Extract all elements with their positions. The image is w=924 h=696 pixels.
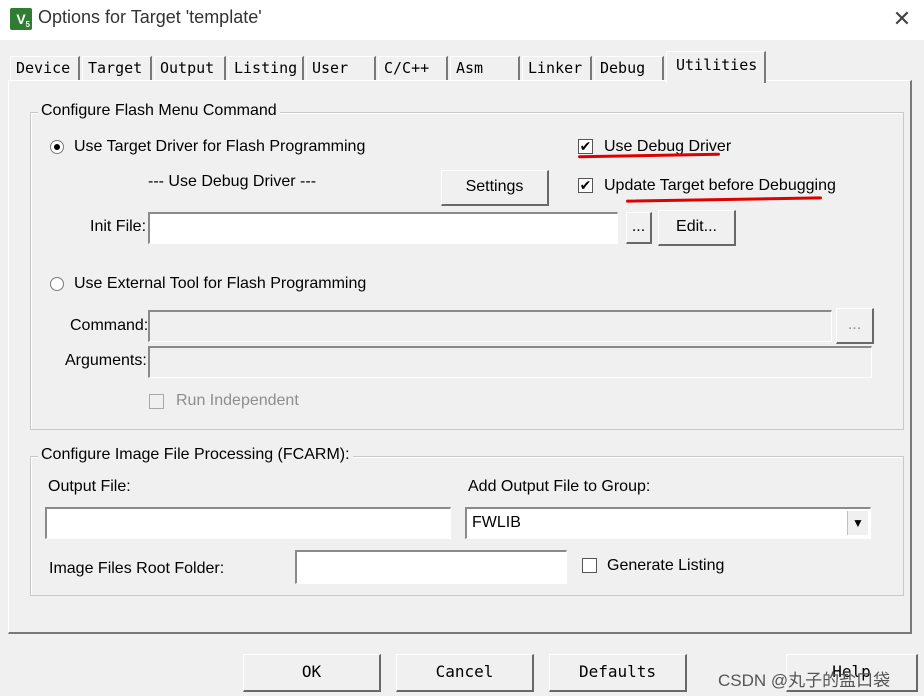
flash-driver-select[interactable]: --- Use Debug Driver --- <box>148 173 316 191</box>
settings-button[interactable]: Settings <box>441 170 549 206</box>
image-root-folder-input[interactable] <box>295 550 567 584</box>
add-output-to-group-label: Add Output File to Group: <box>468 478 651 495</box>
tab-listing[interactable]: Listing <box>228 56 304 80</box>
command-label: Command: <box>70 317 149 334</box>
flash-menu-group-legend: Configure Flash Menu Command <box>38 102 280 120</box>
tab-c-cpp[interactable]: C/C++ <box>378 56 448 80</box>
generate-listing-checkbox[interactable] <box>582 558 597 573</box>
tab-output[interactable]: Output <box>154 56 226 80</box>
ok-button[interactable]: OK <box>243 654 381 692</box>
tab-linker[interactable]: Linker <box>522 56 592 80</box>
tab-asm[interactable]: Asm <box>450 56 520 80</box>
cancel-button[interactable]: Cancel <box>396 654 534 692</box>
output-file-label: Output File: <box>48 478 131 495</box>
chevron-down-icon[interactable]: ▼ <box>847 511 868 535</box>
use-debug-driver-checkbox[interactable]: ✔ <box>578 139 593 154</box>
command-browse-button[interactable]: ... <box>836 308 874 344</box>
tab-debug[interactable]: Debug <box>594 56 664 80</box>
tab-utilities[interactable]: Utilities <box>666 51 766 83</box>
init-file-label: Init File: <box>90 218 147 235</box>
defaults-button[interactable]: Defaults <box>549 654 687 692</box>
generate-listing-label: Generate Listing <box>607 557 725 574</box>
keil-uv-icon: V5 <box>10 8 32 30</box>
close-icon[interactable]: ✕ <box>886 4 918 34</box>
edit-button[interactable]: Edit... <box>658 210 736 246</box>
csdn-watermark: CSDN @丸子的盐口袋 <box>718 671 891 690</box>
use-target-driver-radio[interactable] <box>50 140 64 154</box>
arguments-input[interactable] <box>148 346 872 378</box>
init-file-browse-button[interactable]: ... <box>626 212 652 244</box>
tab-user[interactable]: User <box>306 56 376 80</box>
image-root-folder-label: Image Files Root Folder: <box>49 560 225 577</box>
command-input[interactable] <box>148 310 832 342</box>
use-target-driver-label: Use Target Driver for Flash Programming <box>74 138 366 155</box>
output-file-input[interactable] <box>45 507 451 539</box>
run-independent-label: Run Independent <box>176 392 299 409</box>
tab-device[interactable]: Device <box>10 56 80 80</box>
radio-selected-dot <box>54 144 60 150</box>
use-external-tool-radio[interactable] <box>50 277 64 291</box>
title-bar: V5 Options for Target 'template' ✕ <box>0 0 924 40</box>
arguments-label: Arguments: <box>65 352 147 369</box>
image-processing-group-legend: Configure Image File Processing (FCARM): <box>38 446 353 464</box>
run-independent-checkbox[interactable] <box>149 394 164 409</box>
use-external-tool-label: Use External Tool for Flash Programming <box>74 275 367 292</box>
tab-target[interactable]: Target <box>82 56 152 80</box>
window-title: Options for Target 'template' <box>38 7 262 27</box>
output-group-select-value: FWLIB <box>472 514 521 531</box>
update-target-label: Update Target before Debugging <box>604 177 836 194</box>
init-file-input[interactable] <box>148 212 618 244</box>
output-group-select[interactable]: FWLIB ▼ <box>465 507 871 539</box>
flash-menu-group <box>30 112 904 430</box>
update-target-checkbox[interactable]: ✔ <box>578 178 593 193</box>
